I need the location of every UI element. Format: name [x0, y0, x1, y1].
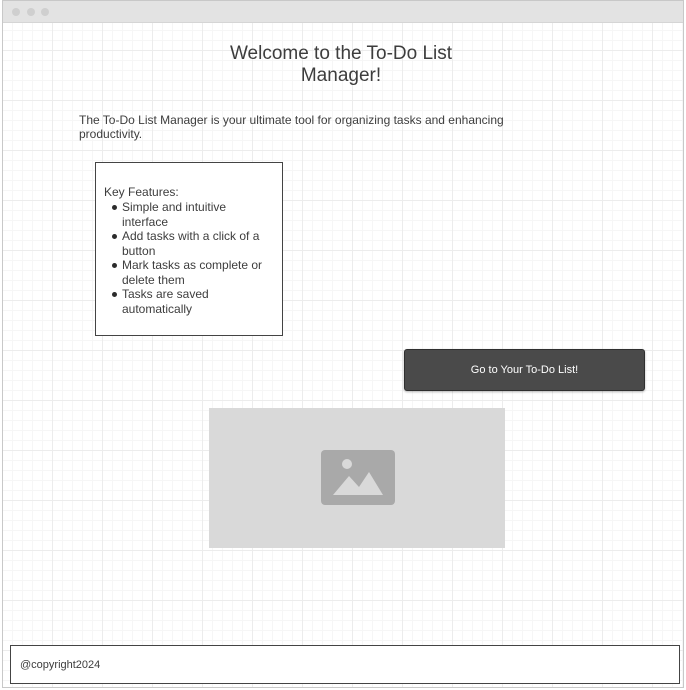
key-features-box: Key Features: Simple and intuitive inter…	[95, 162, 283, 336]
feature-item-label: Mark tasks as complete or delete them	[122, 258, 263, 287]
image-placeholder	[209, 408, 505, 548]
feature-item-label: Tasks are saved automatically	[122, 287, 209, 316]
feature-item: Simple and intuitive interface	[104, 200, 274, 229]
go-to-todo-list-button[interactable]: Go to Your To-Do List!	[404, 349, 645, 391]
window-control-close[interactable]	[12, 8, 20, 16]
copyright-text: @copyright2024	[20, 659, 101, 671]
feature-item: Mark tasks as complete or delete them	[104, 258, 274, 287]
feature-item: Add tasks with a click of a button	[104, 229, 274, 258]
bullet-icon	[112, 292, 117, 297]
feature-item-label: Simple and intuitive interface	[122, 200, 227, 229]
footer: @copyright2024	[10, 645, 680, 684]
browser-window: Welcome to the To-Do List Manager! The T…	[2, 0, 684, 688]
window-control-maximize[interactable]	[41, 8, 49, 16]
bullet-icon	[112, 263, 117, 268]
intro-text: The To-Do List Manager is your ultimate …	[79, 113, 504, 141]
window-titlebar	[3, 1, 683, 23]
window-control-minimize[interactable]	[27, 8, 35, 16]
bullet-icon	[112, 234, 117, 239]
feature-item-label: Add tasks with a click of a button	[122, 229, 260, 258]
key-features-heading: Key Features:	[104, 185, 179, 199]
key-features-list: Simple and intuitive interface Add tasks…	[104, 200, 274, 316]
image-icon	[321, 450, 395, 505]
feature-item: Tasks are saved automatically	[104, 287, 274, 316]
bullet-icon	[112, 205, 117, 210]
page-title: Welcome to the To-Do List Manager!	[229, 43, 453, 86]
